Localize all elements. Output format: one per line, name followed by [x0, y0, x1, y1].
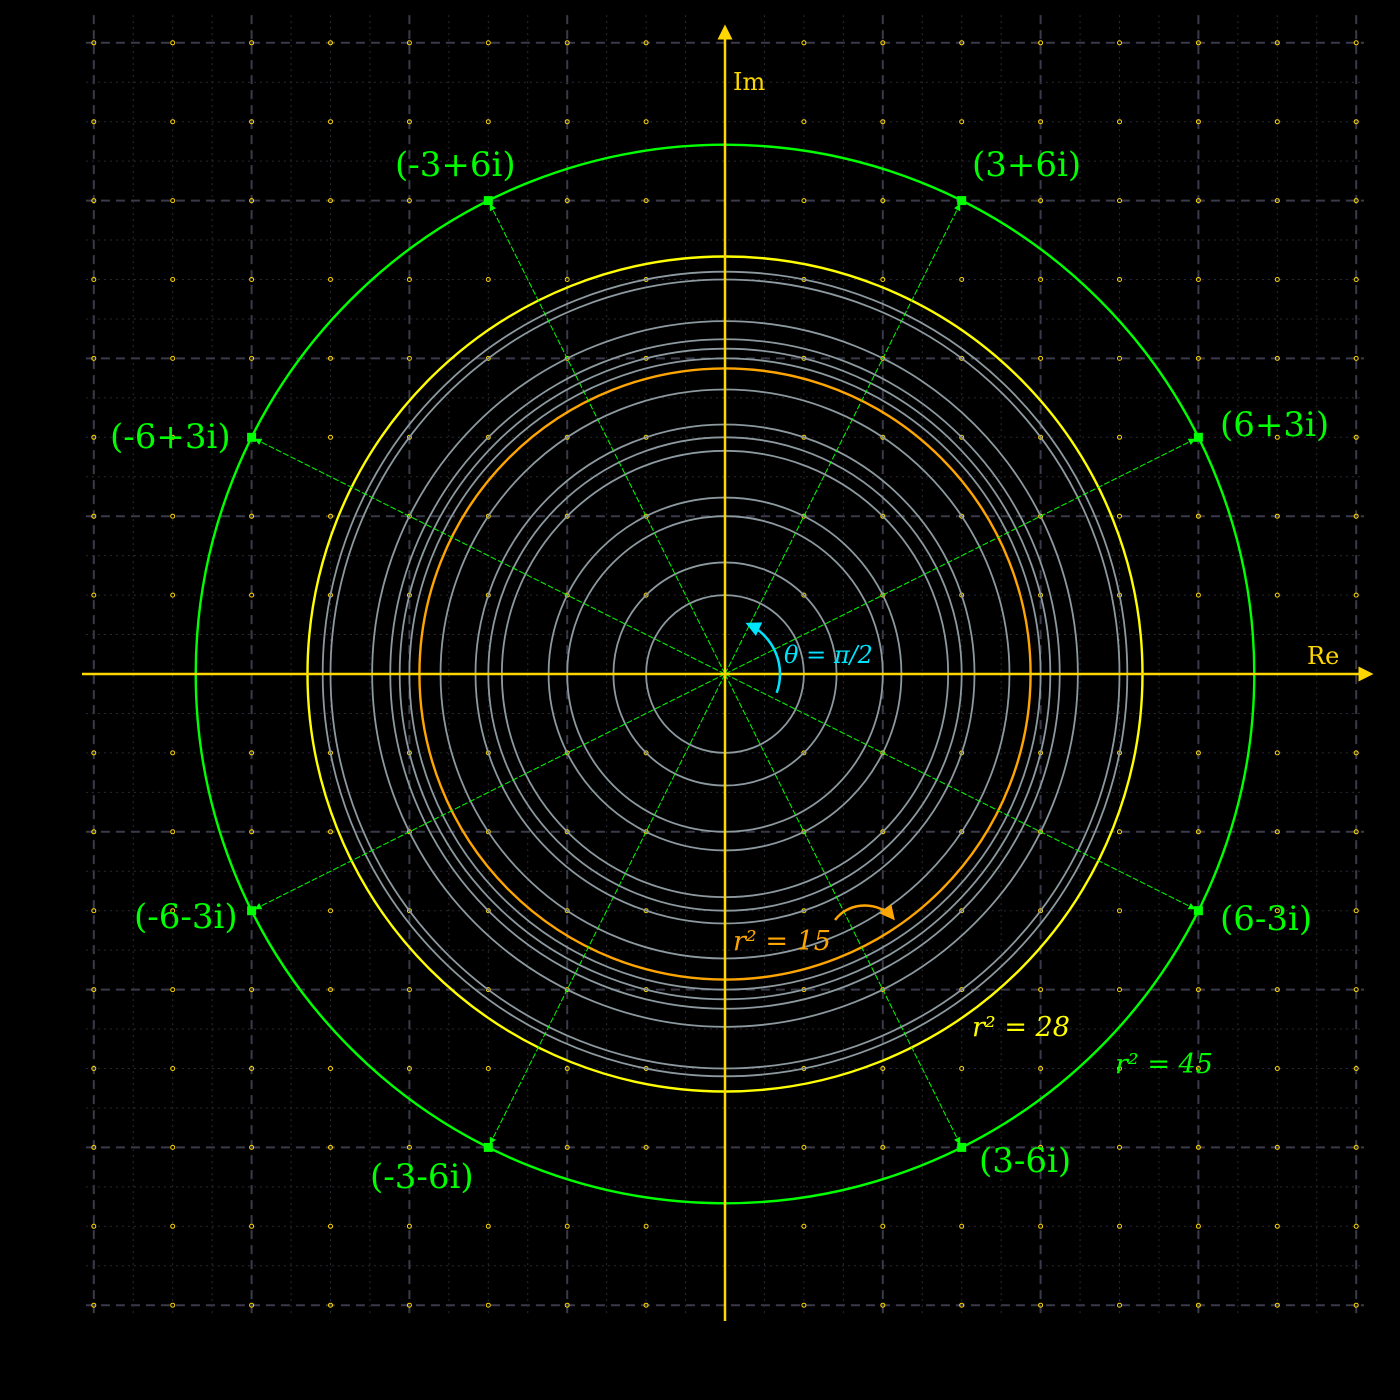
grid-dot — [801, 40, 807, 46]
point-marker — [957, 1142, 967, 1152]
angle-label: θ = π/2 — [784, 641, 873, 669]
point-label: (-6-3i) — [134, 897, 238, 937]
grid-dot — [801, 119, 807, 125]
circle-label-r2-15: r² = 15 — [733, 926, 831, 957]
point-label: (3+6i) — [972, 145, 1081, 185]
grid-dot — [485, 40, 491, 46]
axes: Re Im — [81, 24, 1374, 1321]
r2-15-pointer-arrow — [834, 903, 895, 921]
grid-dot — [170, 1144, 176, 1150]
point-marker — [1193, 906, 1203, 916]
circle-label-r2-28: r² = 28 — [972, 1012, 1070, 1043]
point-label: (-3+6i) — [395, 145, 516, 185]
point-marker — [483, 1142, 493, 1152]
circle-label-r2-45: r² = 45 — [1115, 1049, 1213, 1080]
grid-dot — [1117, 1144, 1122, 1150]
grid-dot — [801, 1144, 807, 1150]
point-label: (3-6i) — [979, 1141, 1071, 1181]
point-marker — [957, 196, 967, 206]
grid-dot — [170, 40, 176, 46]
complex-plane-diagram: Re Im (3+6i) (-3+6i) (-6+3i) (6+3i) (6-3i) (-… — [81, 15, 1374, 1321]
grid-dot — [1117, 40, 1122, 46]
grid-dot — [1353, 1223, 1359, 1229]
imaginary-axis-label: Im — [733, 68, 765, 96]
point-label: (-6+3i) — [110, 417, 231, 457]
point-label: (6-3i) — [1220, 899, 1312, 939]
point-marker — [483, 196, 493, 206]
point-marker — [1193, 432, 1203, 442]
point-marker — [247, 432, 257, 442]
complex-points: (3+6i) (-3+6i) (-6+3i) (6+3i) (6-3i) (-6-3i) (… — [110, 145, 1329, 1197]
grid-dot — [1353, 908, 1359, 914]
point-marker — [247, 906, 257, 916]
real-axis-label: Re — [1307, 642, 1339, 670]
grid-dot — [328, 119, 333, 125]
grid-dot — [249, 1223, 255, 1229]
point-label: (-3-6i) — [370, 1157, 474, 1197]
point-label: (6+3i) — [1220, 405, 1329, 445]
